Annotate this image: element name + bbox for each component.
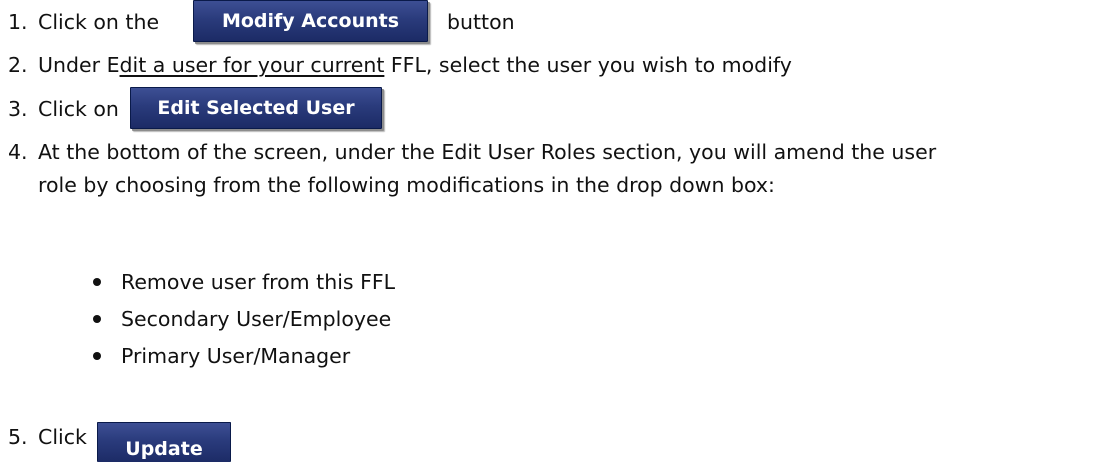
step-4-text-line-2: role by choosing from the following modi… [38, 173, 775, 197]
option-primary-user: Primary User/Manager [93, 344, 351, 368]
step-2: 2. Under Edit a user for your current FFL… [8, 53, 792, 77]
option-secondary-user: Secondary User/Employee [93, 307, 392, 331]
bullet-icon [93, 352, 101, 360]
edit-selected-user-button[interactable]: Edit Selected User [130, 87, 382, 129]
step-2-text-c: FFL, select the user you wish to modify [384, 53, 792, 77]
option-label: Remove user from this FFL [121, 270, 396, 294]
step-2-text-underlined: dit a user for your current [119, 53, 385, 77]
step-4: 4. At the bottom of the screen, under the… [8, 140, 936, 164]
instructions-document: 1. Click on the Modify Accounts button 2.… [0, 0, 1103, 462]
modify-accounts-button[interactable]: Modify Accounts [193, 0, 428, 42]
bullet-icon [93, 278, 101, 286]
option-label: Primary User/Manager [121, 344, 351, 368]
step-5-text: Click [38, 425, 87, 449]
bullet-icon [93, 315, 101, 323]
step-1: 1. Click on the [8, 10, 159, 34]
step-4-text-line-1: At the bottom of the screen, under the E… [38, 140, 937, 164]
step-2-text-a: Under E [38, 53, 120, 77]
step-3: 3. Click on [8, 97, 119, 121]
step-1-text-after: button [447, 10, 515, 34]
step-1-text: Click on the [38, 10, 160, 34]
option-label: Secondary User/Employee [121, 307, 392, 331]
step-3-text: Click on [38, 97, 119, 121]
step-3-number: 3. [8, 97, 28, 121]
step-2-number: 2. [8, 53, 28, 77]
step-4-number: 4. [8, 140, 28, 164]
step-5-number: 5. [8, 425, 28, 449]
step-5: 5. Click [8, 425, 87, 449]
option-remove-user: Remove user from this FFL [93, 270, 396, 294]
update-button[interactable]: Update [97, 422, 231, 462]
step-1-number: 1. [8, 10, 28, 34]
